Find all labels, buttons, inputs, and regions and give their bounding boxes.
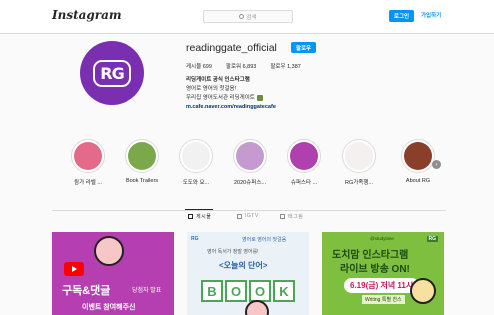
highlight-cover [125, 139, 159, 173]
letter-tile: O [249, 280, 271, 302]
post3-handle: @studytime [370, 236, 394, 241]
highlight-item[interactable]: RG가족행... [337, 139, 381, 186]
highlight-item[interactable]: 도도와 요... [174, 139, 218, 186]
youtube-icon [64, 262, 84, 276]
tab-posts-label: 게시물 [196, 214, 212, 220]
post2-top-text: 영어로 영어의 첫걸음 [242, 237, 287, 243]
highlight-label: RG가족행... [344, 180, 373, 186]
highlight-image [236, 142, 264, 170]
tab-posts[interactable]: 게시물 [188, 213, 211, 220]
following-count[interactable]: 팔로우 1,387 [270, 62, 300, 70]
character-illustration [245, 300, 269, 315]
highlight-cover [342, 139, 376, 173]
post3-label: Writing 특별 찬스 [362, 295, 405, 304]
highlight-image [290, 142, 318, 170]
profile-username: readinggate_official [186, 42, 277, 54]
highlight-image [128, 142, 156, 170]
igtv-icon [237, 213, 242, 219]
search-input[interactable]: 검색 [203, 10, 293, 23]
posts-count: 게시물 699 [186, 64, 212, 70]
tab-igtv[interactable]: IGTV [237, 213, 259, 219]
followers-count[interactable]: 팔로워 6,893 [226, 62, 256, 70]
tab-igtv-label: IGTV [245, 213, 259, 219]
highlight-label: 도도와 요... [182, 180, 210, 186]
highlight-label: 윙가 라벨 ... [74, 180, 102, 186]
tab-tagged[interactable]: 태그됨 [280, 213, 303, 220]
letter-tile: B [201, 280, 223, 302]
bio-link[interactable]: m.cafe.naver.com/readinggatecafe [186, 103, 276, 112]
highlight-cover [233, 139, 267, 173]
highlight-image [182, 142, 210, 170]
profile-stats: 게시물 699 팔로워 6,893 팔로우 1,387 [186, 62, 301, 70]
post-thumbnail-2[interactable]: RG 영어로 영어의 첫걸음 영어 독서가 정말 영어를! <오늘의 단어> B… [187, 232, 309, 315]
post1-title: 구독&댓글 [62, 285, 111, 297]
search-icon [239, 14, 245, 19]
highlight-cover [287, 139, 321, 173]
profile-bio: 리딩게이트 공식 인스타그램 영어로 영어의 첫걸음! 우리집 영어도서관 리딩… [186, 76, 276, 112]
highlight-item[interactable]: 슈퍼스타 ... [282, 139, 326, 186]
character-illustration [410, 278, 436, 304]
tag-icon [280, 214, 285, 219]
post2-title: <오늘의 단어> [219, 261, 268, 270]
search-placeholder: 검색 [246, 14, 257, 21]
post3-date: 6.19(금) 저녁 11시 [344, 278, 420, 293]
highlight-label: 2020슈퍼스... [234, 180, 266, 186]
highlights-next-icon[interactable]: › [432, 160, 441, 169]
post1-badge: 당첨자 발표 [132, 288, 162, 294]
grid-icon [188, 214, 193, 219]
profile-avatar[interactable]: RG [80, 41, 144, 105]
bio-line-2: 우리집 영어도서관 리딩게이트 [186, 95, 255, 101]
top-navigation-bar: Instagram 검색 로그인 가입하기 [0, 0, 494, 34]
post1-subtitle: 이벤트 참여해주신 [82, 304, 136, 311]
post3-title-line2: 라이브 방송 ON! [340, 264, 410, 275]
login-button[interactable]: 로그인 [389, 10, 414, 22]
signup-link[interactable]: 가입하기 [421, 11, 441, 19]
post3-title-line1: 도치맘 인스타그램 [332, 250, 409, 261]
highlight-cover [71, 139, 105, 173]
post2-subtitle: 영어 독서가 정말 영어를! [207, 249, 259, 255]
highlight-label: 슈퍼스타 ... [290, 180, 318, 186]
instagram-logo[interactable]: Instagram [52, 8, 122, 22]
post2-logo: RG [191, 236, 199, 242]
highlight-cover [179, 139, 213, 173]
active-tab-indicator [185, 209, 213, 210]
letter-tile: O [225, 280, 247, 302]
highlight-item[interactable]: 2020슈퍼스... [228, 139, 272, 186]
post2-word-tiles: B O O K [201, 280, 295, 302]
tabs-divider [52, 210, 446, 211]
highlight-item[interactable]: Book Trailers [120, 139, 164, 184]
post3-rg-logo: RG [426, 236, 438, 242]
letter-tile: K [273, 280, 295, 302]
character-illustration [94, 236, 124, 266]
highlight-label: Book Trailers [125, 178, 159, 184]
tab-tagged-label: 태그됨 [288, 214, 304, 220]
highlight-image [74, 142, 102, 170]
bio-line-2-wrap: 우리집 영어도서관 리딩게이트 [186, 94, 276, 103]
post-thumbnail-3[interactable]: @studytime RG 도치맘 인스타그램 라이브 방송 ON! 6.19(… [322, 232, 444, 315]
bio-line-1: 영어로 영어의 첫걸음! [186, 86, 237, 92]
profile-tabs: 게시물 IGTV 태그됨 [0, 213, 494, 227]
highlight-image [404, 142, 432, 170]
bio-name: 리딩게이트 공식 인스타그램 [186, 77, 250, 83]
book-emoji-icon [256, 94, 263, 101]
highlight-image [345, 142, 373, 170]
highlight-item[interactable]: 윙가 라벨 ... [66, 139, 110, 186]
follow-button[interactable]: 팔로우 [291, 42, 316, 53]
highlight-label: About RG [405, 178, 431, 184]
rg-logo: RG [93, 59, 131, 87]
highlight-cover [401, 139, 435, 173]
post-thumbnail-1[interactable]: 구독&댓글 당첨자 발표 이벤트 참여해주신 [52, 232, 174, 315]
